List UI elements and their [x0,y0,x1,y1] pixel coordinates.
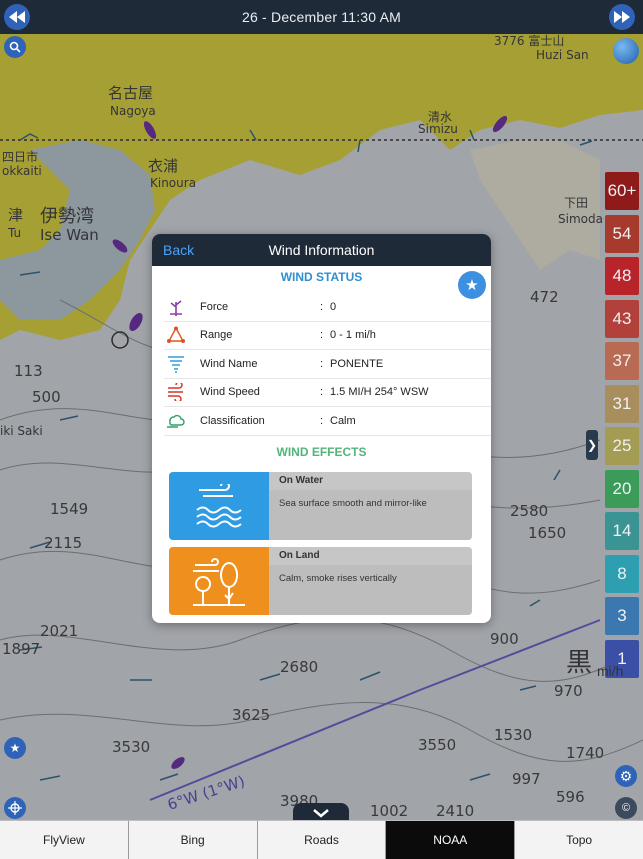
wind-name-row: Wind Name : PONENTE [164,350,491,379]
tab-bing[interactable]: Bing [129,821,258,859]
wind-speed-row: Wind Speed : 1.5 MI/H 254° WSW [164,379,491,407]
force-row: Force : 0 [164,293,491,322]
wind-status-title: WIND STATUS [280,270,363,284]
info-button[interactable]: © [615,797,637,819]
fast-forward-button[interactable] [609,4,635,30]
range-label: Range [200,329,233,342]
rewind-button[interactable] [4,4,30,30]
on-water-title: On Water [269,472,472,490]
wind-speed-icon [164,382,188,402]
back-button[interactable]: Back [163,242,194,258]
classification-value: Calm [330,414,356,427]
date-time-label: 26 - December 11:30 AM [242,9,401,25]
on-land-card: On Land Calm, smoke rises vertically [169,547,472,615]
wind-status-list: Force : 0 Range : 0 - 1 mi/h Wind Name :… [152,293,491,436]
separator: : [320,329,324,342]
legend-cell: 54 [605,214,639,253]
wind-speed-label: Wind Speed [200,386,260,399]
copyright-icon: © [621,802,631,814]
range-icon [164,325,188,345]
settings-button[interactable]: ⚙ [615,765,637,787]
chevron-right-icon: ❯ [586,438,598,452]
separator: : [320,414,324,427]
legend-cell: 60+ [605,172,639,210]
on-water-card: On Water Sea surface smooth and mirror-l… [169,472,472,540]
tab-noaa[interactable]: NOAA [386,821,516,859]
classification-label: Classification [200,414,265,427]
force-value: 0 [330,300,337,313]
gear-icon: ⚙ [619,767,633,784]
legend-cell: 31 [605,384,639,423]
separator: : [320,386,324,399]
favorite-button[interactable]: ★ [458,271,486,299]
waves-icon [169,472,269,540]
separator: : [320,357,324,370]
globe-button[interactable] [613,38,639,64]
tree-icon [164,297,188,317]
legend-cell: 3 [605,597,639,635]
chevron-down-icon [313,809,329,818]
wind-name-value: PONENTE [330,357,384,370]
map-type-tabs: FlyView Bing Roads NOAA Topo [0,820,643,859]
legend-cell: 25 [605,427,639,465]
top-bar: 26 - December 11:30 AM [0,0,643,34]
classification-row: Classification : Calm [164,407,491,436]
on-land-title: On Land [269,547,472,565]
search-button[interactable] [4,36,26,58]
star-icon: ★ [9,741,21,755]
cloud-wind-icon [164,411,188,431]
star-icon: ★ [465,277,479,294]
wind-speed-value: 1.5 MI/H 254° WSW [330,386,429,399]
favorites-map-button[interactable]: ★ [4,737,26,759]
dialog-title: Wind Information [268,242,375,258]
wind-information-dialog: Back Wind Information WIND STATUS ★ Forc… [152,234,491,623]
legend-cells: 60+ 54 48 43 37 31 25 20 14 8 3 1 [605,172,641,678]
legend-cell: 37 [605,342,639,380]
force-label: Force [200,300,229,313]
crosshair-icon [8,801,22,815]
trees-icon [169,547,269,615]
legend-toggle-button[interactable]: ❯ [586,430,598,460]
on-water-description: Sea surface smooth and mirror-like [279,498,427,509]
wind-effects-title: WIND EFFECTS [276,444,367,459]
legend-cell: 20 [605,469,639,508]
rewind-icon [9,11,25,23]
separator: : [320,300,324,313]
legend-cell: 43 [605,299,639,338]
legend-cell: 14 [605,512,639,550]
search-icon [9,41,21,53]
on-land-description: Calm, smoke rises vertically [279,573,397,584]
legend-unit: mi/h [597,663,624,679]
legend-cell: 8 [605,554,639,593]
dialog-header: Back Wind Information [152,234,491,266]
fast-forward-icon [614,11,630,23]
wind-name-label: Wind Name [200,357,258,370]
tab-topo[interactable]: Topo [515,821,643,859]
tab-flyview[interactable]: FlyView [0,821,129,859]
tornado-icon [164,354,188,374]
legend-cell: 48 [605,257,639,295]
range-row: Range : 0 - 1 mi/h [164,322,491,350]
tab-roads[interactable]: Roads [258,821,387,859]
locate-button[interactable] [4,797,26,819]
wind-speed-legend: 60+ 54 48 43 37 31 25 20 14 8 3 1 mi/h [597,172,641,682]
range-value: 0 - 1 mi/h [330,329,376,342]
